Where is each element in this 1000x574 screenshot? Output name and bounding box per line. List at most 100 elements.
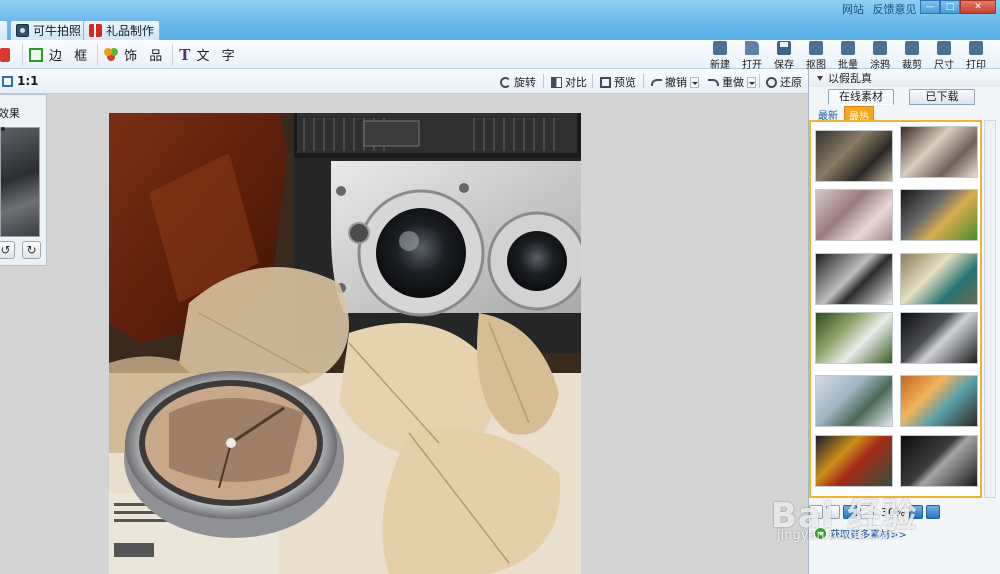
reset-button[interactable]: 还原 — [766, 74, 802, 90]
redo-icon — [708, 78, 719, 86]
rotate-icon — [500, 76, 511, 88]
maximize-button[interactable]: □ — [940, 0, 960, 14]
material-thumbnail-grid — [809, 120, 982, 498]
material-thumbnail[interactable] — [900, 312, 978, 364]
material-thumbnail[interactable] — [900, 435, 978, 487]
undo-label: 撤销 — [665, 76, 687, 89]
tab-online-materials[interactable]: 在线素材 — [828, 89, 894, 105]
next-arrow-button[interactable] — [926, 505, 941, 519]
clover-icon — [104, 47, 118, 62]
material-thumbnail[interactable] — [815, 435, 893, 487]
effect-panel-title: 效果 — [0, 107, 20, 120]
preview-button[interactable]: 预览 — [600, 74, 636, 90]
text-tool[interactable]: T 文 字 — [173, 44, 244, 66]
tab-partial[interactable] — [0, 20, 8, 40]
open-folder-icon — [745, 41, 759, 55]
text-tool-label: 文 字 — [196, 49, 239, 64]
canvas-toolbar: 1:1 旋转 对比 预览 撤销 重做 还原 — [0, 69, 808, 94]
rotate-right-button[interactable]: ↻ — [22, 241, 41, 259]
material-panel-title: 以假乱真 — [828, 72, 872, 85]
zoom-icon — [2, 75, 13, 87]
camera-icon — [16, 24, 29, 37]
effect-preview-thumbnail[interactable] — [0, 127, 40, 237]
cutout-button[interactable]: 抠图 — [800, 41, 832, 71]
compare-button[interactable]: 对比 — [551, 74, 587, 90]
file-tools: 新建 打开 保存 抠图 批量 涂鸦 裁剪 尺寸 打印 — [704, 41, 992, 71]
feedback-link[interactable]: 反馈意见 — [873, 3, 917, 16]
minimize-button[interactable]: — — [920, 0, 940, 14]
save-icon — [777, 41, 791, 55]
tab-camera[interactable]: 可牛拍照 — [10, 20, 88, 40]
header-links: 网站 反馈意见 — [842, 1, 922, 17]
ornament-tool-label: 饰 品 — [124, 49, 167, 64]
preview-label: 预览 — [614, 76, 636, 89]
material-thumbnail[interactable] — [815, 189, 893, 241]
reset-icon — [766, 76, 777, 88]
resize-button[interactable]: 尺寸 — [928, 41, 960, 71]
tab-gift[interactable]: 礼品制作 — [83, 20, 161, 40]
decor-tool-icon — [0, 47, 10, 62]
material-scrollbar[interactable] — [984, 120, 996, 498]
redo-dropdown[interactable] — [747, 76, 756, 88]
divider — [643, 74, 644, 88]
new-button[interactable]: 新建 — [704, 41, 736, 71]
undo-dropdown[interactable] — [690, 76, 699, 88]
doodle-button[interactable]: 涂鸦 — [864, 41, 896, 71]
divider — [543, 74, 544, 88]
gift-icon — [89, 24, 102, 37]
redo-button[interactable]: 重做 — [708, 74, 756, 90]
collapse-arrow-icon — [817, 75, 823, 81]
material-tabs: 在线素材 已下载 — [828, 89, 990, 105]
zoom-level: 1:1 — [17, 74, 39, 88]
tab-gift-label: 礼品制作 — [106, 24, 155, 38]
divider — [759, 74, 760, 88]
material-thumbnail[interactable] — [900, 253, 978, 305]
compare-icon — [551, 76, 562, 88]
rotate-left-button[interactable]: ↺ — [0, 241, 15, 259]
frame-icon — [29, 47, 43, 62]
redo-label: 重做 — [722, 76, 744, 89]
ornament-tool[interactable]: 饰 品 — [98, 43, 174, 66]
partial-tool[interactable] — [0, 43, 23, 66]
zoom-actual-size[interactable]: 1:1 — [2, 74, 39, 88]
frame-tool[interactable]: 边 框 — [23, 43, 99, 66]
edit-tools: 边 框 饰 品 T 文 字 — [0, 40, 245, 69]
canvas-photo[interactable] — [109, 113, 581, 574]
photo-camera-clock-scene — [109, 113, 581, 574]
doodle-icon — [873, 41, 887, 55]
compare-label: 对比 — [565, 76, 587, 89]
open-button[interactable]: 打开 — [736, 41, 768, 71]
rotate-button[interactable]: 旋转 — [500, 74, 536, 90]
material-thumbnail[interactable] — [900, 189, 978, 241]
crop-button[interactable]: 裁剪 — [896, 41, 928, 71]
resize-icon — [937, 41, 951, 55]
material-panel-header[interactable]: 以假乱真 — [809, 69, 1000, 87]
close-button[interactable]: ✕ — [960, 0, 996, 14]
material-thumbnail[interactable] — [815, 375, 893, 427]
material-thumbnail[interactable] — [815, 312, 893, 364]
cutout-icon — [809, 41, 823, 55]
crop-icon — [905, 41, 919, 55]
batch-icon — [841, 41, 855, 55]
undo-icon — [651, 78, 662, 86]
material-thumbnail[interactable] — [815, 130, 893, 182]
preview-icon — [600, 76, 611, 88]
print-button[interactable]: 打印 — [960, 41, 992, 71]
batch-button[interactable]: 批量 — [832, 41, 864, 71]
reset-label: 还原 — [780, 76, 802, 89]
divider — [592, 74, 593, 88]
frame-tool-label: 边 框 — [49, 49, 92, 64]
title-bar: 网站 反馈意见 — □ ✕ 可牛拍照 礼品制作 — [0, 0, 1000, 40]
material-thumbnail[interactable] — [815, 253, 893, 305]
undo-button[interactable]: 撤销 — [651, 74, 699, 90]
rotate-label: 旋转 — [514, 76, 536, 89]
material-thumbnail[interactable] — [900, 126, 978, 178]
tab-downloaded[interactable]: 已下载 — [909, 89, 975, 105]
material-thumbnail[interactable] — [900, 375, 978, 427]
save-button[interactable]: 保存 — [768, 41, 800, 71]
website-link[interactable]: 网站 — [842, 3, 864, 16]
text-icon: T — [179, 45, 191, 64]
main-toolbar: 边 框 饰 品 T 文 字 新建 打开 保存 抠图 批量 涂鸦 裁剪 尺寸 打印 — [0, 40, 1000, 71]
tab-camera-label: 可牛拍照 — [33, 24, 82, 38]
window-controls: — □ ✕ — [920, 0, 996, 14]
